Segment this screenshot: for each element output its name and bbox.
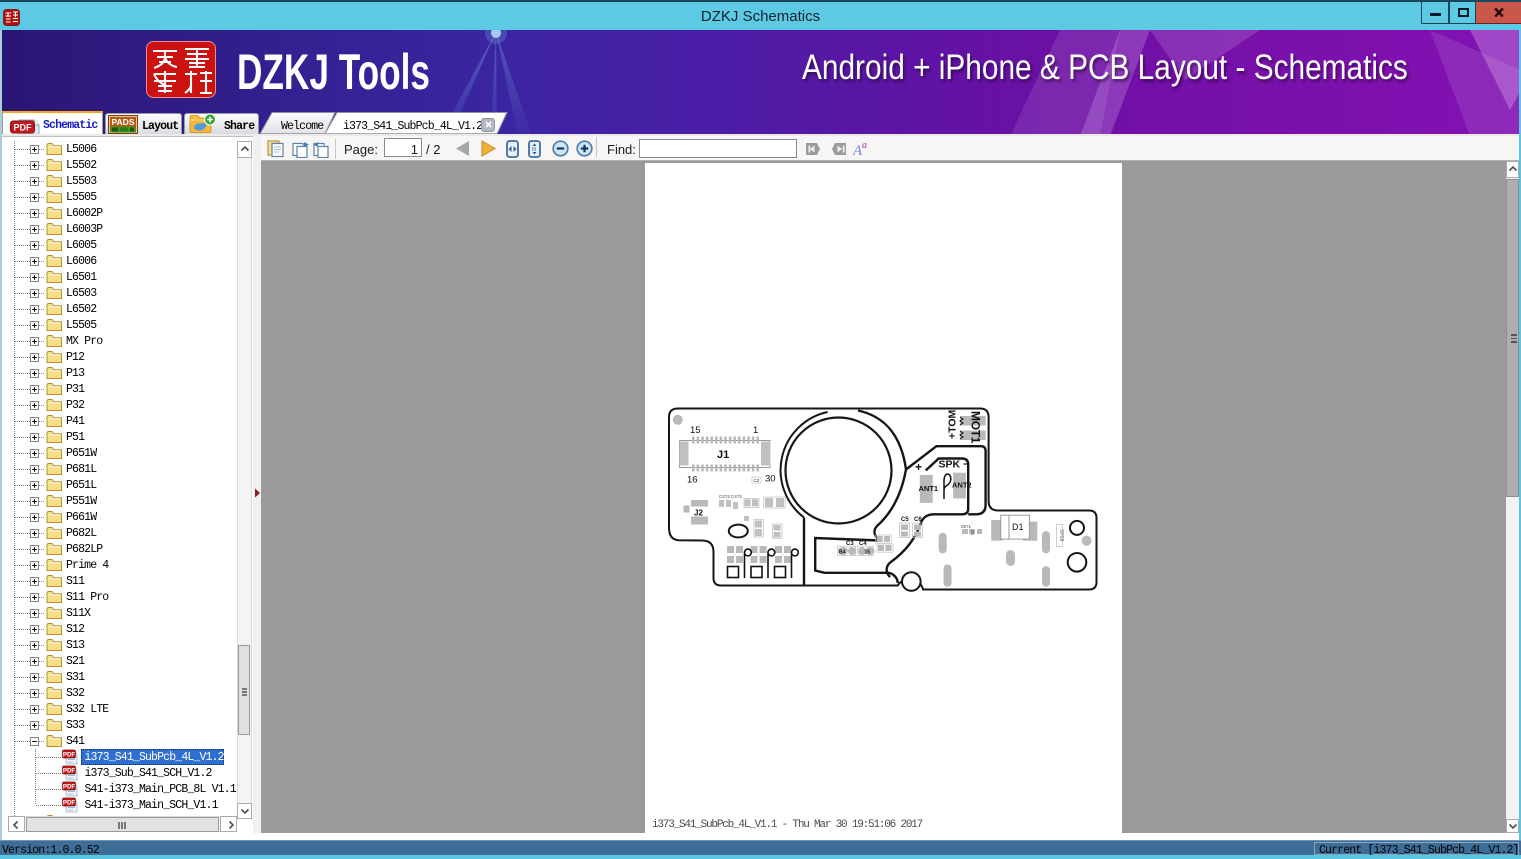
svg-text:D1: D1	[1012, 522, 1024, 532]
svg-text:B4: B4	[839, 550, 846, 556]
svg-text:30: 30	[765, 474, 776, 485]
svg-text:15: 15	[865, 550, 871, 556]
svg-text:+TOM: +TOM	[947, 409, 959, 439]
svg-text:05?1: 05?1	[961, 524, 972, 529]
svg-text:a: a	[862, 140, 867, 151]
svg-text:1: 1	[753, 425, 758, 436]
svg-text:i373_S41_SubPcb_4L_V1.1 - Thu: i373_S41_SubPcb_4L_V1.1 - Thu Mar 30 19:…	[652, 819, 923, 831]
svg-text:C2: C2	[754, 478, 760, 483]
svg-text:ANT1: ANT1	[919, 484, 939, 493]
svg-text:+: +	[915, 460, 922, 474]
svg-text:PADS: PADS	[112, 117, 135, 127]
svg-text:J1: J1	[717, 449, 729, 461]
svg-text:ANT2: ANT2	[952, 481, 972, 490]
svg-text:SP08: SP08	[1058, 529, 1064, 541]
svg-text:SPK −: SPK −	[939, 459, 970, 471]
svg-text:C5: C5	[901, 517, 909, 523]
svg-text:PDF: PDF	[63, 800, 76, 807]
svg-text:C4?2: C4?2	[719, 494, 730, 499]
svg-text:03: 03	[970, 530, 975, 536]
svg-text:C6: C6	[914, 517, 922, 523]
svg-text:16: 16	[687, 475, 698, 486]
svg-text:15: 15	[690, 425, 701, 436]
svg-text:C4?3: C4?3	[731, 494, 742, 499]
svg-text:PDF: PDF	[63, 752, 76, 759]
svg-text:PDF: PDF	[14, 122, 33, 132]
svg-text:MOT1: MOT1	[969, 411, 983, 444]
svg-text:PDF: PDF	[63, 784, 76, 791]
svg-text:PDF: PDF	[63, 768, 76, 775]
svg-text:J2: J2	[694, 509, 703, 518]
